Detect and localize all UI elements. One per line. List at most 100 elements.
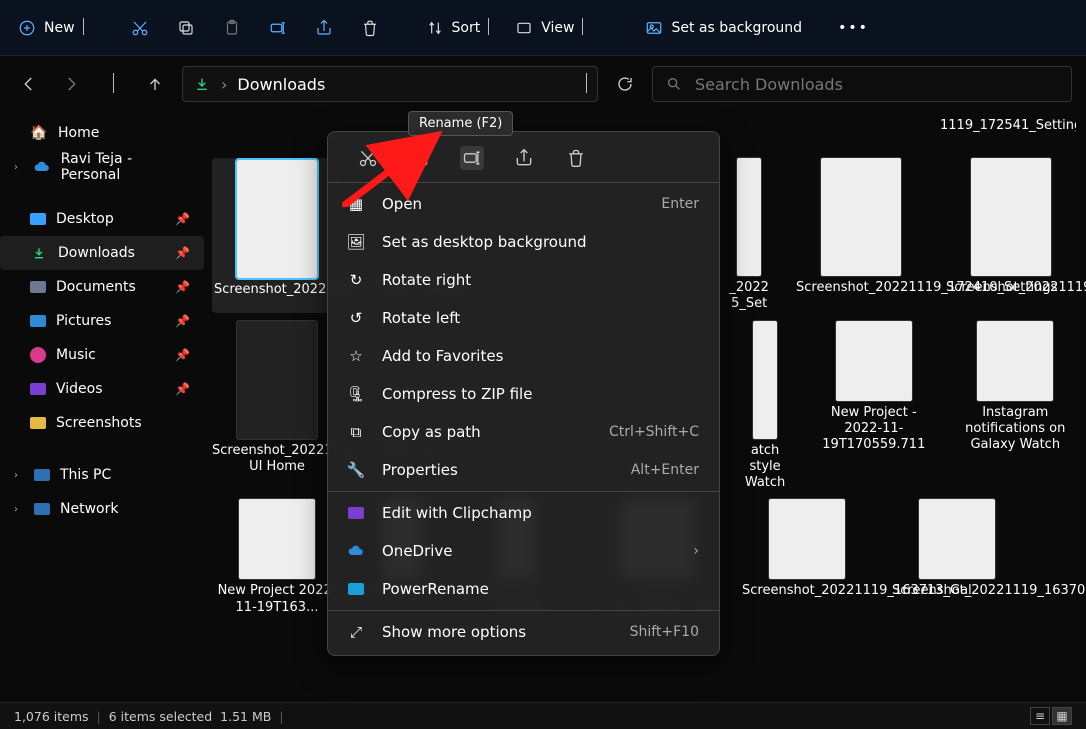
cloud-icon <box>34 158 51 176</box>
chevron-right-icon: › <box>693 543 699 559</box>
file-tile[interactable]: Screenshot_20221119_172533_Settings <box>212 158 342 313</box>
ctx-show-more[interactable]: ⤢Show more optionsShift+F10 <box>328 613 719 651</box>
chevron-down-icon[interactable] <box>586 75 587 94</box>
thumbnail <box>239 499 315 579</box>
ctx-compress-zip[interactable]: 🗜Compress to ZIP file <box>328 375 719 413</box>
sidebar-item-documents[interactable]: Documents📌 <box>0 270 204 304</box>
ctx-set-desktop-bg[interactable]: 🖼Set as desktop background <box>328 223 719 261</box>
ctx-rename-button[interactable] <box>460 146 484 170</box>
copy-icon <box>177 19 195 37</box>
context-menu: ▦OpenEnter 🖼Set as desktop background ↻R… <box>327 131 720 656</box>
file-tile[interactable]: Screenshot_20221119_163713_Gal <box>742 499 872 616</box>
thumbnail <box>769 499 845 579</box>
thumbnails-view-button[interactable]: ▦ <box>1052 707 1072 725</box>
breadcrumb-current[interactable]: Downloads <box>237 75 325 94</box>
delete-button[interactable] <box>350 10 390 46</box>
wrench-icon: 🔧 <box>346 461 366 479</box>
ctx-onedrive[interactable]: OneDrive› <box>328 532 719 570</box>
breadcrumb-sep: › <box>221 75 227 94</box>
ctx-label: Edit with Clipchamp <box>382 504 532 522</box>
picture-icon <box>645 19 663 37</box>
clipchamp-icon <box>346 507 366 519</box>
set-background-button[interactable]: Set as background <box>635 10 812 46</box>
ctx-rotate-left[interactable]: ↺Rotate left <box>328 299 719 337</box>
file-name: Screenshot_20221119_163713_Gal <box>742 583 872 599</box>
ctx-copy-path[interactable]: ⧉Copy as pathCtrl+Shift+C <box>328 413 719 451</box>
open-icon: ▦ <box>346 195 366 213</box>
sidebar: 🏠 Home › Ravi Teja - Personal Desktop📌 D… <box>0 112 204 702</box>
share-button[interactable] <box>304 10 344 46</box>
thumbnail <box>237 321 317 439</box>
new-label: New <box>44 20 75 36</box>
command-bar: New Sort View Set as background ••• <box>0 0 1086 56</box>
sidebar-item-pictures[interactable]: Pictures📌 <box>0 304 204 338</box>
ctx-clipchamp[interactable]: Edit with Clipchamp <box>328 494 719 532</box>
file-tile[interactable]: Instagram notifications on Galaxy Watch <box>955 321 1076 492</box>
sidebar-onedrive[interactable]: › Ravi Teja - Personal <box>0 150 204 184</box>
ctx-add-favorites[interactable]: ☆Add to Favorites <box>328 337 719 375</box>
file-tile[interactable]: New Project 2022-11-19T163... <box>212 499 342 616</box>
address-bar[interactable]: › Downloads <box>182 66 598 102</box>
ctx-label: Open <box>382 195 422 213</box>
thumbnail <box>821 158 901 276</box>
more-button[interactable]: ••• <box>828 10 879 46</box>
ctx-powerrename[interactable]: PowerRename <box>328 570 719 608</box>
powerrename-icon <box>346 583 366 595</box>
paste-button[interactable] <box>212 10 252 46</box>
cut-button[interactable] <box>120 10 160 46</box>
new-button[interactable]: New <box>8 10 94 46</box>
expand-icon[interactable]: › <box>14 470 24 481</box>
back-button[interactable] <box>14 69 44 99</box>
ctx-share-button[interactable] <box>512 146 536 170</box>
rename-button[interactable] <box>258 10 298 46</box>
sort-button[interactable]: Sort <box>416 10 500 46</box>
forward-button[interactable] <box>56 69 86 99</box>
ctx-delete-button[interactable] <box>564 146 588 170</box>
chevron-down-icon <box>582 20 583 36</box>
ctx-copy-button[interactable] <box>408 146 432 170</box>
scissors-icon <box>131 19 149 37</box>
sidebar-item-desktop[interactable]: Desktop📌 <box>0 202 204 236</box>
videos-icon <box>30 383 46 395</box>
file-name: _2022 5_Set <box>722 280 776 313</box>
refresh-button[interactable] <box>610 69 640 99</box>
copy-button[interactable] <box>166 10 206 46</box>
sidebar-thispc[interactable]: ›This PC <box>0 458 204 492</box>
sidebar-network[interactable]: ›Network <box>0 492 204 526</box>
home-icon: 🏠 <box>30 124 48 142</box>
file-tile[interactable]: Screenshot_20221119_163707_Gal <box>892 499 1022 616</box>
details-view-button[interactable]: ≡ <box>1030 707 1050 725</box>
file-tile[interactable]: atch style Watch <box>737 321 793 492</box>
expand-icon[interactable]: › <box>14 162 24 173</box>
sidebar-label: Videos <box>56 381 103 397</box>
file-tile[interactable]: Screenshot_20221119_172339_Settings <box>946 158 1076 313</box>
ctx-cut-button[interactable] <box>356 146 380 170</box>
file-tile[interactable]: _2022 5_Set <box>722 158 776 313</box>
sort-label: Sort <box>452 20 481 36</box>
file-tile[interactable]: New Project - 2022-11-19T170559.711 <box>813 321 934 492</box>
up-button[interactable] <box>140 69 170 99</box>
ctx-label: Show more options <box>382 623 526 641</box>
ctx-properties[interactable]: 🔧PropertiesAlt+Enter <box>328 451 719 489</box>
sidebar-item-downloads[interactable]: Downloads📌 <box>0 236 204 270</box>
expand-icon[interactable]: › <box>14 504 24 515</box>
search-box[interactable]: Search Downloads <box>652 66 1072 102</box>
file-tile[interactable]: Screenshot_20221119_172410_Settings <box>796 158 926 313</box>
recent-button[interactable] <box>98 69 128 99</box>
file-name: 1119_172541_Settings <box>940 118 1070 134</box>
file-tile[interactable]: 1119_172541_Settings <box>940 118 1070 150</box>
desktop-icon <box>30 213 46 225</box>
file-name: Screenshot_20221119_172310_Se UI Home <box>212 443 342 476</box>
ctx-open[interactable]: ▦OpenEnter <box>328 185 719 223</box>
sidebar-home[interactable]: 🏠 Home <box>0 116 204 150</box>
file-name: New Project 2022-11-19T163... <box>212 583 342 616</box>
rotate-right-icon: ↻ <box>346 271 366 289</box>
ctx-rotate-right[interactable]: ↻Rotate right <box>328 261 719 299</box>
file-tile[interactable]: Screenshot_20221119_172310_Se UI Home <box>212 321 342 492</box>
sidebar-item-screenshots[interactable]: Screenshots <box>0 406 204 440</box>
sidebar-item-music[interactable]: Music📌 <box>0 338 204 372</box>
cloud-icon <box>346 543 366 559</box>
file-name: Screenshot_20221119_172339_Settings <box>946 280 1076 296</box>
sidebar-item-videos[interactable]: Videos📌 <box>0 372 204 406</box>
view-button[interactable]: View <box>505 10 593 46</box>
